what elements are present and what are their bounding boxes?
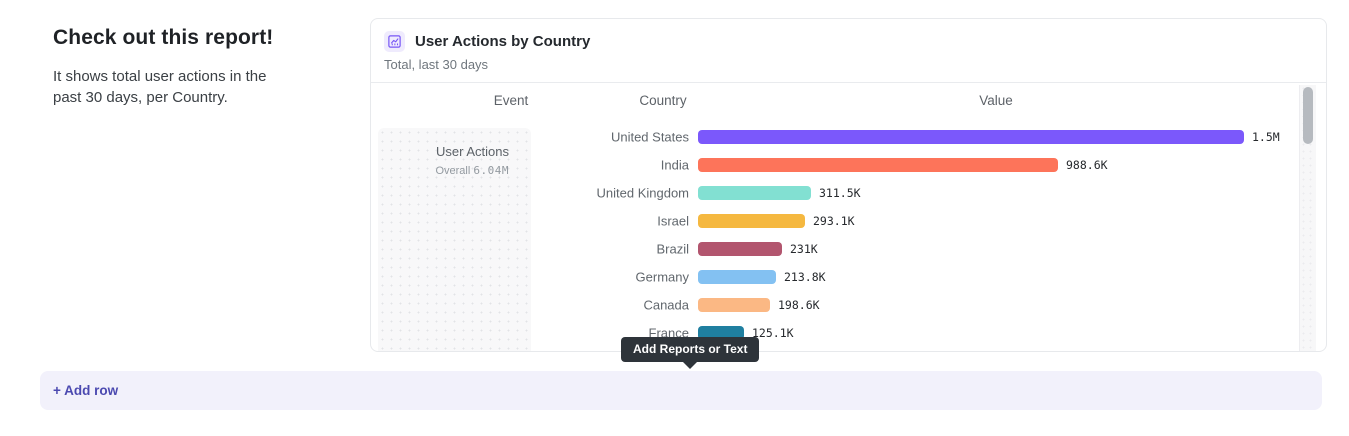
value-bar[interactable] xyxy=(698,130,1244,144)
page-description: It shows total user actions in the past … xyxy=(53,66,293,109)
value-bar[interactable] xyxy=(698,186,811,200)
chart-row: Brazil 231K xyxy=(371,235,1296,263)
country-label: Brazil xyxy=(656,242,689,257)
value-label: 311.5K xyxy=(819,186,861,200)
combo-chart-icon xyxy=(384,31,405,52)
value-label: 1.5M xyxy=(1252,130,1280,144)
value-bar[interactable] xyxy=(698,158,1058,172)
country-label: Germany xyxy=(636,270,689,285)
value-label: 213.8K xyxy=(784,270,826,284)
column-header-value: Value xyxy=(979,93,1013,108)
tooltip-label: Add Reports or Text xyxy=(633,342,747,356)
country-label: Canada xyxy=(643,298,689,313)
chart-row: United Kingdom 311.5K xyxy=(371,179,1296,207)
report-title: User Actions by Country xyxy=(415,33,590,50)
column-header-event: Event xyxy=(494,93,529,108)
value-label: 231K xyxy=(790,242,818,256)
chart-row: France125.1K xyxy=(371,319,1296,347)
value-label: 293.1K xyxy=(813,214,855,228)
add-row-label: + Add row xyxy=(53,383,118,398)
chart-row: Israel 293.1K xyxy=(371,207,1296,235)
report-subtitle: Total, last 30 days xyxy=(384,57,1313,72)
country-label: United Kingdom xyxy=(597,186,690,201)
chart-row: Germany 213.8K xyxy=(371,263,1296,291)
country-label: India xyxy=(661,158,689,173)
column-header-country: Country xyxy=(639,93,686,108)
value-bar[interactable] xyxy=(698,242,782,256)
chart-row: India 988.6K xyxy=(371,151,1296,179)
value-bar[interactable] xyxy=(698,214,805,228)
intro-block: Check out this report! It shows total us… xyxy=(53,26,293,109)
report-card-header: User Actions by Country Total, last 30 d… xyxy=(371,19,1326,83)
chart-row: Canada 198.6K xyxy=(371,291,1296,319)
chart-row: United States 1.5M xyxy=(371,123,1296,151)
page-title: Check out this report! xyxy=(53,26,293,50)
tooltip-arrow-down xyxy=(683,362,697,369)
country-label: United States xyxy=(611,130,689,145)
value-label: 988.6K xyxy=(1066,158,1108,172)
chart-scrollbar[interactable] xyxy=(1299,85,1316,351)
add-row-button[interactable]: + Add row xyxy=(40,371,1322,410)
value-bar[interactable] xyxy=(698,270,776,284)
scrollbar-thumb[interactable] xyxy=(1303,87,1313,144)
bar-chart: United States 1.5M India 988.6K United Kingd… xyxy=(371,123,1296,347)
value-label: 198.6K xyxy=(778,298,820,312)
chart-area: Event Country Value User Actions Overall… xyxy=(371,83,1326,351)
report-card[interactable]: User Actions by Country Total, last 30 d… xyxy=(370,18,1327,352)
country-label: Israel xyxy=(657,214,689,229)
value-bar[interactable] xyxy=(698,298,770,312)
add-reports-tooltip: Add Reports or Text xyxy=(621,337,759,362)
